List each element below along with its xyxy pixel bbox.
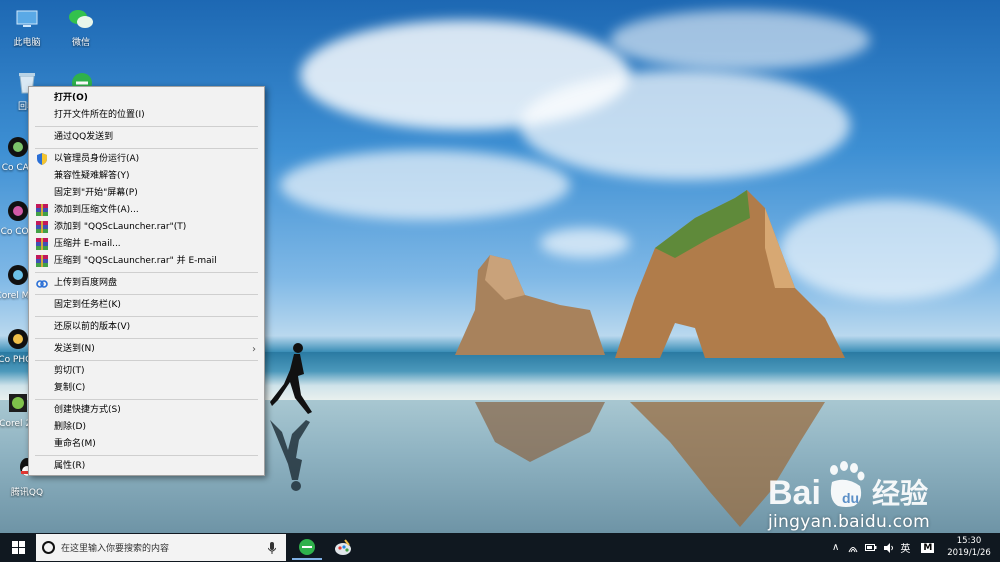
system-tray: ∧ 英 M — [832, 533, 935, 562]
menu-separator — [35, 360, 258, 361]
search-placeholder: 在这里输入你要搜索的内容 — [61, 544, 170, 554]
context-menu-item[interactable]: 压缩到 "QQScLauncher.rar" 并 E-mail — [29, 253, 264, 270]
context-menu-item[interactable]: 固定到任务栏(K) — [29, 297, 264, 314]
ime-mode-indicator[interactable]: M — [921, 542, 935, 553]
cortana-icon — [42, 541, 55, 554]
context-menu-item-label: 重命名(M) — [54, 439, 96, 449]
context-menu-item[interactable]: 创建快捷方式(S) — [29, 402, 264, 419]
menu-separator — [35, 126, 258, 127]
context-menu-item-label: 打开(O) — [54, 93, 88, 103]
context-menu-item[interactable]: 复制(C) — [29, 380, 264, 397]
taskbar-app-360[interactable] — [292, 536, 322, 560]
sea-stack-small — [455, 255, 605, 355]
context-menu-item[interactable]: 打开(O) — [29, 90, 264, 107]
context-menu-item-label: 打开文件所在的位置(I) — [54, 110, 145, 120]
context-menu-item[interactable]: 剪切(T) — [29, 363, 264, 380]
runner-reflection — [270, 420, 310, 491]
menu-separator — [35, 455, 258, 456]
context-menu-item[interactable]: 上传到百度网盘 — [29, 275, 264, 292]
winrar-icon — [36, 221, 48, 233]
context-menu: 打开(O) 打开文件所在的位置(I) 通过QQ发送到以管理员身份运行(A) 兼容性疑难… — [28, 86, 265, 476]
context-menu-item-label: 添加到压缩文件(A)... — [54, 205, 139, 215]
winrar-icon — [36, 255, 48, 267]
context-menu-item-label: 属性(R) — [54, 461, 86, 471]
context-menu-item-label: 还原以前的版本(V) — [54, 322, 131, 332]
svg-text:经验: 经验 — [872, 477, 928, 510]
menu-separator — [35, 294, 258, 295]
svg-text:Bai: Bai — [768, 474, 821, 512]
paint-icon — [335, 539, 351, 555]
menu-separator — [35, 316, 258, 317]
context-menu-item-label: 剪切(T) — [54, 366, 85, 376]
wechat-icon — [68, 6, 94, 32]
start-button[interactable] — [0, 533, 36, 562]
taskbar-search-box[interactable]: 在这里输入你要搜索的内容 — [36, 534, 286, 561]
context-menu-item-label: 删除(D) — [54, 422, 86, 432]
runner-silhouette — [270, 343, 312, 414]
menu-separator — [35, 338, 258, 339]
context-menu-item-label: 以管理员身份运行(A) — [54, 154, 140, 164]
clock-time: 15:30 — [956, 536, 982, 546]
rock-reflection — [475, 402, 605, 462]
cloud — [610, 10, 870, 70]
context-menu-item[interactable]: 重命名(M) — [29, 436, 264, 453]
desktop-icon-this-pc[interactable]: 此电脑 — [1, 6, 53, 48]
context-menu-item[interactable]: 压缩并 E-mail... — [29, 236, 264, 253]
computer-icon — [14, 6, 40, 32]
context-menu-item-label: 创建快捷方式(S) — [54, 405, 121, 415]
sea-arch-large — [615, 190, 845, 358]
context-menu-item-label: 压缩到 "QQScLauncher.rar" 并 E-mail — [54, 256, 217, 266]
desktop-icon-wechat[interactable]: 微信 — [55, 6, 107, 48]
wifi-icon[interactable] — [848, 543, 858, 553]
uac-shield-icon — [36, 153, 48, 165]
winrar-icon — [36, 238, 48, 250]
context-menu-item[interactable]: 通过QQ发送到 — [29, 129, 264, 146]
context-menu-item-label: 固定到"开始"屏幕(P) — [54, 188, 138, 198]
context-menu-item[interactable]: 删除(D) — [29, 419, 264, 436]
context-menu-item-label: 固定到任务栏(K) — [54, 300, 121, 310]
battery-icon[interactable] — [865, 543, 877, 552]
context-menu-item[interactable]: 兼容性疑难解答(Y) — [29, 168, 264, 185]
baidu-netdisk-icon — [36, 277, 48, 289]
context-menu-item[interactable]: 还原以前的版本(V) — [29, 319, 264, 336]
360-browser-icon — [299, 539, 315, 555]
watermark-url: jingyan.baidu.com — [768, 512, 930, 532]
submenu-arrow-icon: › — [252, 344, 256, 355]
context-menu-item-label: 上传到百度网盘 — [54, 278, 118, 288]
menu-separator — [35, 148, 258, 149]
context-menu-item[interactable]: 发送到(N) › — [29, 341, 264, 358]
clock[interactable]: 15:30 2019/1/26 — [944, 535, 994, 559]
taskbar: 在这里输入你要搜索的内容 ∧ 英 M 15:30 2019/1/26 — [0, 533, 1000, 562]
context-menu-item-label: 通过QQ发送到 — [54, 132, 114, 142]
context-menu-item-label: 添加到 "QQScLauncher.rar"(T) — [54, 222, 187, 232]
input-language-indicator[interactable]: 英 — [900, 540, 910, 555]
cloud — [520, 70, 850, 180]
context-menu-item[interactable]: 打开文件所在的位置(I) — [29, 107, 264, 124]
show-hidden-icons-chevron-icon[interactable]: ∧ — [832, 542, 839, 553]
context-menu-item[interactable]: 属性(R) — [29, 458, 264, 475]
context-menu-item-label: 发送到(N) — [54, 344, 95, 354]
winrar-icon — [36, 204, 48, 216]
menu-separator — [35, 272, 258, 273]
context-menu-item-label: 复制(C) — [54, 383, 86, 393]
taskbar-app-paint[interactable] — [328, 536, 358, 560]
cloud — [280, 150, 570, 220]
volume-icon[interactable] — [883, 542, 894, 553]
menu-separator — [35, 399, 258, 400]
context-menu-item[interactable]: 以管理员身份运行(A) — [29, 151, 264, 168]
context-menu-item-label: 压缩并 E-mail... — [54, 239, 121, 249]
windows-logo-icon — [11, 541, 25, 554]
context-menu-item[interactable]: 固定到"开始"屏幕(P) — [29, 185, 264, 202]
microphone-icon[interactable] — [268, 542, 276, 554]
svg-text:du: du — [842, 490, 859, 506]
clock-date: 2019/1/26 — [947, 548, 991, 558]
context-menu-item[interactable]: 添加到 "QQScLauncher.rar"(T) — [29, 219, 264, 236]
context-menu-item[interactable]: 添加到压缩文件(A)... — [29, 202, 264, 219]
context-menu-item-label: 兼容性疑难解答(Y) — [54, 171, 130, 181]
